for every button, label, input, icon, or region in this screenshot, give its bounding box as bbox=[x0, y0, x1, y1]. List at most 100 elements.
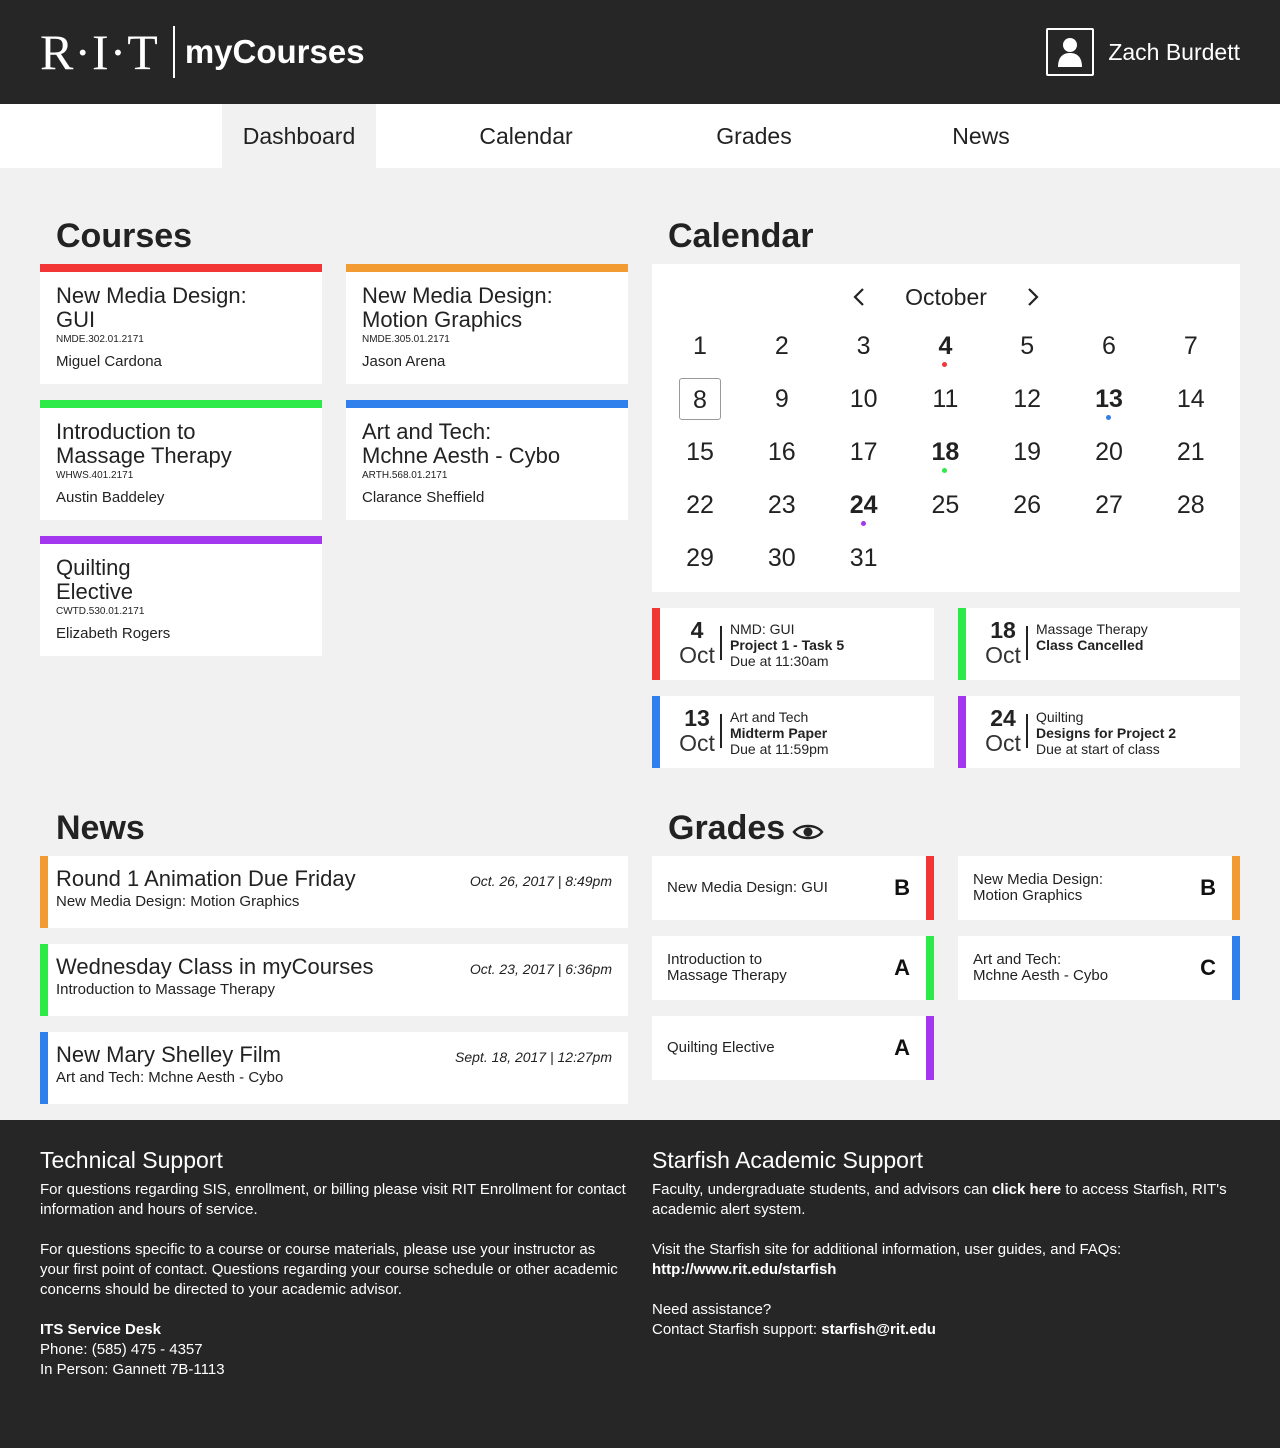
course-instructor: Miguel Cardona bbox=[56, 353, 162, 370]
calendar-day-number: 29 bbox=[686, 544, 714, 572]
course-card[interactable]: New Media Design: Motion Graphics NMDE.3… bbox=[346, 264, 628, 384]
course-card[interactable]: Quilting Elective CWTD.530.01.2171 Eliza… bbox=[40, 536, 322, 656]
service-desk-title: ITS Service Desk bbox=[40, 1321, 161, 1338]
grade-course: Quilting Elective bbox=[667, 1039, 775, 1056]
user-menu[interactable]: Zach Burdett bbox=[1046, 28, 1240, 76]
calendar-day[interactable]: 4 bbox=[924, 325, 966, 367]
course-card[interactable]: New Media Design: GUI NMDE.302.01.2171 M… bbox=[40, 264, 322, 384]
event-divider bbox=[720, 626, 722, 660]
header-bar: R·I·T myCourses Zach Burdett bbox=[0, 0, 1280, 104]
news-item[interactable]: Round 1 Animation Due Friday New Media D… bbox=[40, 856, 628, 928]
event-date: 18 Oct bbox=[976, 618, 1030, 668]
event-card[interactable]: 4 Oct NMD: GUI Project 1 - Task 5 Due at… bbox=[652, 608, 934, 680]
calendar-day[interactable]: 31 bbox=[843, 537, 885, 579]
grade-row[interactable]: Art and Tech: Mchne Aesth - Cybo C bbox=[958, 936, 1240, 1000]
event-details: Art and Tech Midterm Paper Due at 11:59p… bbox=[730, 709, 829, 757]
event-course: Quilting bbox=[1036, 709, 1084, 725]
chevron-left-icon[interactable] bbox=[849, 286, 871, 308]
news-date: Oct. 23, 2017 | 6:36pm bbox=[469, 961, 612, 977]
event-month: Oct bbox=[985, 730, 1021, 756]
event-card[interactable]: 18 Oct Massage Therapy Class Cancelled bbox=[958, 608, 1240, 680]
calendar-day[interactable]: 7 bbox=[1170, 325, 1212, 367]
calendar-day[interactable]: 20 bbox=[1088, 431, 1130, 473]
calendar-day[interactable]: 17 bbox=[843, 431, 885, 473]
event-date: 13 Oct bbox=[670, 706, 724, 756]
tab-grades[interactable]: Grades bbox=[678, 104, 830, 168]
calendar-day[interactable]: 11 bbox=[924, 378, 966, 420]
starfish-url-link[interactable]: http://www.rit.edu/starfish bbox=[652, 1260, 1240, 1280]
event-card[interactable]: 13 Oct Art and Tech Midterm Paper Due at… bbox=[652, 696, 934, 768]
calendar-day[interactable]: 22 bbox=[679, 484, 721, 526]
calendar-day[interactable]: 24 bbox=[843, 484, 885, 526]
calendar-day[interactable]: 29 bbox=[679, 537, 721, 579]
starfish-click-here-link[interactable]: click here bbox=[992, 1181, 1061, 1198]
calendar-day[interactable]: 9 bbox=[761, 378, 803, 420]
calendar-day-number: 2 bbox=[774, 332, 789, 360]
course-code: ARTH.568.01.2171 bbox=[362, 470, 448, 481]
grade-row[interactable]: New Media Design: Motion Graphics B bbox=[958, 856, 1240, 920]
calendar-day[interactable]: 23 bbox=[761, 484, 803, 526]
calendar-day[interactable]: 12 bbox=[1006, 378, 1048, 420]
grade-row[interactable]: Quilting Elective A bbox=[652, 1016, 934, 1080]
calendar-heading: Calendar bbox=[668, 217, 814, 255]
news-course: Introduction to Massage Therapy bbox=[56, 981, 276, 998]
technical-support-heading: Technical Support bbox=[40, 1147, 223, 1173]
footer: Technical Support For questions regardin… bbox=[0, 1120, 1280, 1448]
event-divider bbox=[1026, 626, 1028, 660]
event-day: 24 bbox=[990, 705, 1016, 731]
calendar-day[interactable]: 27 bbox=[1088, 484, 1130, 526]
calendar-day[interactable]: 15 bbox=[679, 431, 721, 473]
calendar-day[interactable]: 28 bbox=[1170, 484, 1212, 526]
course-card[interactable]: Art and Tech: Mchne Aesth - Cybo ARTH.56… bbox=[346, 400, 628, 520]
event-card[interactable]: 24 Oct Quilting Designs for Project 2 Du… bbox=[958, 696, 1240, 768]
eye-icon[interactable] bbox=[792, 822, 824, 847]
calendar-day-number: 31 bbox=[849, 544, 878, 572]
course-instructor: Austin Baddeley bbox=[56, 489, 165, 506]
event-month: Oct bbox=[679, 642, 715, 668]
calendar-day[interactable]: 30 bbox=[761, 537, 803, 579]
calendar-day[interactable]: 6 bbox=[1088, 325, 1130, 367]
calendar-day[interactable]: 14 bbox=[1170, 378, 1212, 420]
course-card[interactable]: Introduction to Massage Therapy WHWS.401… bbox=[40, 400, 322, 520]
calendar-day[interactable]: 13 bbox=[1088, 378, 1130, 420]
news-item[interactable]: Wednesday Class in myCourses Introductio… bbox=[40, 944, 628, 1016]
calendar-day[interactable]: 19 bbox=[1006, 431, 1048, 473]
starfish-email-link[interactable]: starfish@rit.edu bbox=[821, 1321, 936, 1338]
calendar-day[interactable]: 18 bbox=[924, 431, 966, 473]
app-name: myCourses bbox=[184, 33, 365, 70]
tab-news[interactable]: News bbox=[905, 104, 1057, 168]
calendar-day[interactable]: 10 bbox=[843, 378, 885, 420]
tab-calendar[interactable]: Calendar bbox=[450, 104, 602, 168]
technical-support-text-1: For questions regarding SIS, enrollment,… bbox=[40, 1181, 626, 1218]
calendar-day-number: 26 bbox=[1013, 491, 1042, 519]
grade-letter: C bbox=[1200, 955, 1216, 980]
event-day: 13 bbox=[684, 705, 710, 731]
course-code: NMDE.305.01.2171 bbox=[362, 334, 450, 345]
user-name[interactable]: Zach Burdett bbox=[1108, 39, 1240, 66]
event-month: Oct bbox=[985, 642, 1021, 668]
calendar-day[interactable]: 5 bbox=[1006, 325, 1048, 367]
grade-letter: A bbox=[894, 955, 910, 980]
calendar-day[interactable]: 1 bbox=[679, 325, 721, 367]
chevron-right-icon[interactable] bbox=[1021, 286, 1043, 308]
calendar-day[interactable]: 2 bbox=[761, 325, 803, 367]
starfish-need-assistance: Need assistance? bbox=[652, 1301, 772, 1318]
course-name: Introduction to Massage Therapy bbox=[56, 419, 232, 468]
grade-row[interactable]: New Media Design: GUI B bbox=[652, 856, 934, 920]
calendar-day[interactable]: 8 bbox=[679, 378, 721, 420]
news-item[interactable]: New Mary Shelley Film Art and Tech: Mchn… bbox=[40, 1032, 628, 1104]
service-desk-location: In Person: Gannett 7B-1113 bbox=[40, 1361, 225, 1378]
tab-dashboard[interactable]: Dashboard bbox=[222, 104, 376, 168]
calendar-day[interactable]: 16 bbox=[761, 431, 803, 473]
calendar-day[interactable]: 3 bbox=[843, 325, 885, 367]
grade-row[interactable]: Introduction to Massage Therapy A bbox=[652, 936, 934, 1000]
course-instructor: Jason Arena bbox=[362, 353, 446, 370]
calendar-day-number: 25 bbox=[931, 491, 960, 519]
user-avatar-icon[interactable] bbox=[1046, 28, 1095, 76]
calendar-day[interactable]: 26 bbox=[1006, 484, 1048, 526]
calendar-day[interactable]: 21 bbox=[1170, 431, 1212, 473]
rit-logo[interactable]: R·I·T myCourses bbox=[40, 26, 365, 78]
event-date: 4 Oct bbox=[670, 618, 724, 668]
calendar-day[interactable]: 25 bbox=[924, 484, 966, 526]
grade-course: Art and Tech: Mchne Aesth - Cybo bbox=[973, 951, 1109, 984]
